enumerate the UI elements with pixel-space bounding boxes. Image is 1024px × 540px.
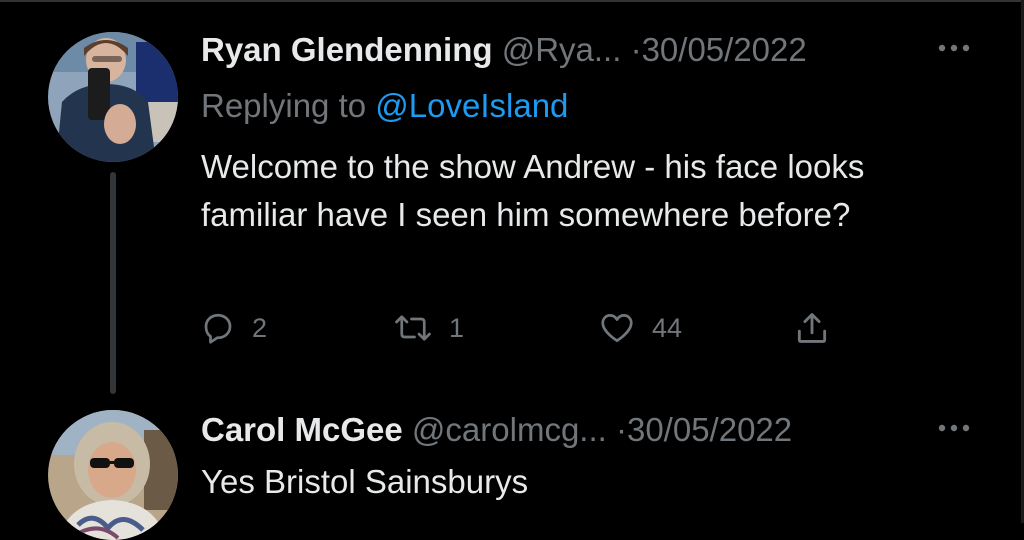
separator-dot: · <box>630 31 642 68</box>
more-horizontal-icon[interactable] <box>934 38 974 58</box>
tweet-header: Carol McGee @carolmcg... ·30/05/2022 <box>201 410 792 450</box>
avatar-photo-icon <box>48 32 178 162</box>
user-handle[interactable]: @Rya... <box>502 31 622 68</box>
retweet-button[interactable]: 1 <box>393 308 464 348</box>
replying-to-mention-link[interactable]: @LoveIsland <box>375 87 568 124</box>
retweet-count: 1 <box>449 312 465 343</box>
display-name[interactable]: Carol McGee <box>201 411 403 448</box>
tweet-date[interactable]: 30/05/2022 <box>627 411 792 448</box>
reply-button[interactable]: 2 <box>200 308 267 348</box>
tweet-date[interactable]: 30/05/2022 <box>642 31 807 68</box>
separator-dot: · <box>615 411 627 448</box>
reply-icon <box>204 313 232 344</box>
reply-count: 2 <box>252 312 268 343</box>
avatar-ryan-glendenning[interactable] <box>48 32 178 162</box>
top-divider <box>0 0 1024 2</box>
display-name[interactable]: Ryan Glendenning <box>201 31 493 68</box>
avatar-photo-icon <box>48 410 178 540</box>
retweet-icon <box>395 315 431 341</box>
tweet-text: Yes Bristol Sainsburys <box>201 463 529 500</box>
more-horizontal-icon[interactable] <box>934 418 974 438</box>
thread-connector-line <box>110 172 116 394</box>
replying-to-label: Replying to <box>201 87 367 124</box>
avatar-carol-mcgee[interactable] <box>48 410 178 540</box>
share-icon <box>797 313 827 343</box>
tweet-text: Welcome to the show Andrew - his face lo… <box>201 148 865 233</box>
replying-to-line: Replying to @LoveIsland <box>201 86 568 126</box>
tweet-header: Ryan Glendenning @Rya... ·30/05/2022 <box>201 30 807 70</box>
like-button[interactable]: 44 <box>598 308 682 348</box>
like-count: 44 <box>652 312 683 343</box>
share-button[interactable] <box>793 308 831 348</box>
heart-icon <box>601 314 633 343</box>
user-handle[interactable]: @carolmcg... <box>412 411 607 448</box>
